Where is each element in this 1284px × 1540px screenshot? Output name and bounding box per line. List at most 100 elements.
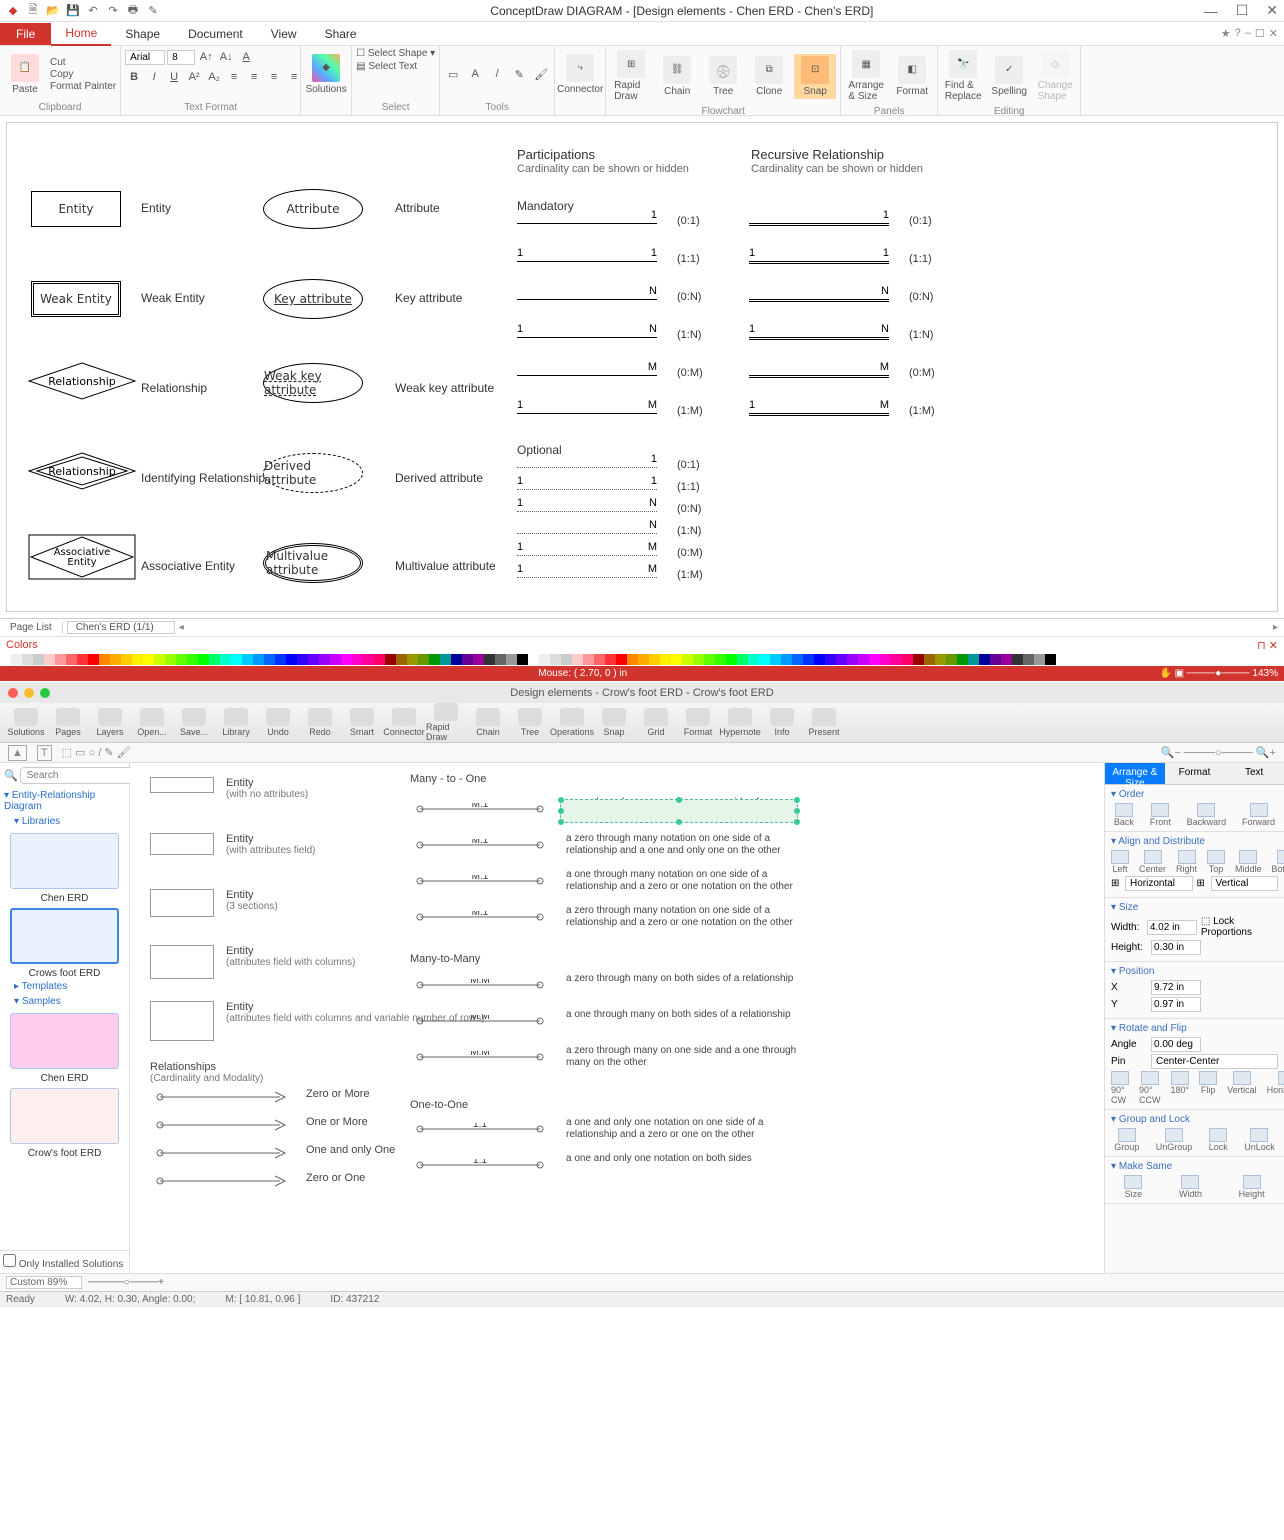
tb-connector[interactable]: Connector bbox=[384, 708, 424, 737]
entity-box[interactable] bbox=[150, 1001, 214, 1041]
tab-arrange[interactable]: Arrange & Size bbox=[1105, 763, 1165, 785]
bold-icon[interactable]: B bbox=[125, 68, 143, 86]
color-swatch[interactable] bbox=[682, 654, 693, 665]
color-swatch[interactable] bbox=[473, 654, 484, 665]
snap-button[interactable]: ⊡Snap bbox=[794, 54, 836, 99]
entity-box[interactable] bbox=[150, 777, 214, 793]
tb-solutions[interactable]: Solutions bbox=[6, 708, 46, 737]
color-swatch[interactable] bbox=[308, 654, 319, 665]
tb-rapiddraw[interactable]: Rapid Draw bbox=[426, 703, 466, 742]
identifying-relationship-shape[interactable]: Relationship bbox=[27, 451, 137, 494]
color-swatch[interactable] bbox=[979, 654, 990, 665]
italic-icon[interactable]: I bbox=[145, 68, 163, 86]
menu-view[interactable]: View bbox=[257, 23, 311, 45]
tb-hypernote[interactable]: Hypernote bbox=[720, 708, 760, 737]
tb-undo[interactable]: Undo bbox=[258, 708, 298, 737]
cardinality-line[interactable]: 1 1 bbox=[749, 261, 889, 264]
weak-entity-shape[interactable]: Weak Entity bbox=[31, 281, 121, 317]
key-attribute-shape[interactable]: Key attribute bbox=[263, 279, 363, 319]
page-prev-icon[interactable]: ◂ bbox=[179, 622, 184, 633]
canvas-area[interactable]: Entity Entity Weak Entity Weak Entity Re… bbox=[6, 122, 1278, 612]
color-swatch[interactable] bbox=[616, 654, 627, 665]
color-swatch[interactable] bbox=[770, 654, 781, 665]
color-swatch[interactable] bbox=[858, 654, 869, 665]
tab-format[interactable]: Format bbox=[1165, 763, 1225, 785]
color-swatch[interactable] bbox=[275, 654, 286, 665]
color-swatch[interactable] bbox=[990, 654, 1001, 665]
tb-tree[interactable]: Tree bbox=[510, 708, 550, 737]
minimize-icon[interactable]: — bbox=[1204, 3, 1218, 19]
text-tool-icon[interactable]: A bbox=[466, 65, 484, 83]
align-c-icon[interactable]: ≡ bbox=[245, 68, 263, 86]
brush-tool-icon[interactable]: 🖌 bbox=[532, 65, 550, 83]
color-swatch[interactable] bbox=[11, 654, 22, 665]
btn-[interactable]: 180° bbox=[1170, 1071, 1189, 1105]
color-swatch[interactable] bbox=[495, 654, 506, 665]
color-swatch[interactable] bbox=[440, 654, 451, 665]
pointer-icon[interactable]: ✎ bbox=[146, 4, 160, 18]
format-painter-button[interactable]: Format Painter bbox=[50, 81, 116, 92]
color-swatch[interactable] bbox=[286, 654, 297, 665]
color-swatch[interactable] bbox=[715, 654, 726, 665]
font-select[interactable]: Arial bbox=[125, 50, 165, 65]
cut-button[interactable]: Cut bbox=[50, 57, 116, 68]
spelling-button[interactable]: ✓Spelling bbox=[988, 54, 1030, 99]
tree-erd[interactable]: ▾ Entity-Relationship Diagram bbox=[0, 788, 129, 814]
color-swatch[interactable] bbox=[385, 654, 396, 665]
btn-ungroup[interactable]: UnGroup bbox=[1156, 1128, 1193, 1152]
color-swatch[interactable] bbox=[693, 654, 704, 665]
font-size-select[interactable]: 8 bbox=[167, 50, 195, 65]
color-swatch[interactable] bbox=[539, 654, 550, 665]
btn-lock[interactable]: Lock bbox=[1209, 1128, 1228, 1152]
color-swatch[interactable] bbox=[913, 654, 924, 665]
color-swatch[interactable] bbox=[847, 654, 858, 665]
font-color-icon[interactable]: A bbox=[237, 48, 255, 66]
tb-chain[interactable]: Chain bbox=[468, 708, 508, 737]
color-swatch[interactable] bbox=[517, 654, 528, 665]
btn-center[interactable]: Center bbox=[1139, 850, 1166, 874]
menu-home[interactable]: Home bbox=[51, 22, 111, 46]
color-swatch[interactable] bbox=[583, 654, 594, 665]
color-swatch[interactable] bbox=[231, 654, 242, 665]
tree-templates[interactable]: ▸ Templates bbox=[0, 979, 129, 994]
color-swatch[interactable] bbox=[902, 654, 913, 665]
relationship-shape[interactable]: Relationship bbox=[27, 361, 137, 404]
align-l-icon[interactable]: ≡ bbox=[225, 68, 243, 86]
entity-box[interactable] bbox=[150, 833, 214, 855]
zoom-slider[interactable]: ────●──── bbox=[1187, 668, 1250, 679]
color-swatch[interactable] bbox=[605, 654, 616, 665]
color-swatch[interactable] bbox=[220, 654, 231, 665]
sub-icon[interactable]: A₂ bbox=[205, 68, 223, 86]
color-swatch[interactable] bbox=[506, 654, 517, 665]
color-swatch[interactable] bbox=[924, 654, 935, 665]
pointer-icon[interactable]: ▲ bbox=[8, 745, 27, 761]
btn-ccw[interactable]: 90° CCW bbox=[1139, 1071, 1160, 1105]
zoom-in-icon[interactable]: + bbox=[158, 1277, 164, 1288]
color-swatch[interactable] bbox=[352, 654, 363, 665]
lock-proportions[interactable]: Lock Proportions bbox=[1201, 916, 1252, 938]
paste-button[interactable]: 📋 Paste bbox=[4, 52, 46, 97]
align-r-icon[interactable]: ≡ bbox=[265, 68, 283, 86]
menu-shape[interactable]: Shape bbox=[111, 23, 174, 45]
btn-front[interactable]: Front bbox=[1150, 803, 1171, 827]
save-icon[interactable]: 💾 bbox=[66, 4, 80, 18]
mac-canvas[interactable]: Entity (with no attributes) Entity (with… bbox=[130, 763, 1104, 1273]
color-swatch[interactable] bbox=[759, 654, 770, 665]
btn-backward[interactable]: Backward bbox=[1187, 803, 1227, 827]
color-swatch[interactable] bbox=[429, 654, 440, 665]
btn-height[interactable]: Height bbox=[1239, 1175, 1265, 1199]
btn-middle[interactable]: Middle bbox=[1235, 850, 1262, 874]
pen-tool-icon[interactable]: ✎ bbox=[510, 65, 528, 83]
tb-redo[interactable]: Redo bbox=[300, 708, 340, 737]
color-swatch[interactable] bbox=[44, 654, 55, 665]
underline-icon[interactable]: U bbox=[165, 68, 183, 86]
color-swatch[interactable] bbox=[341, 654, 352, 665]
color-swatch[interactable] bbox=[396, 654, 407, 665]
tb-operations[interactable]: Operations bbox=[552, 708, 592, 737]
color-swatch[interactable] bbox=[737, 654, 748, 665]
color-swatch[interactable] bbox=[528, 654, 539, 665]
menu-document[interactable]: Document bbox=[174, 23, 257, 45]
color-swatch[interactable] bbox=[297, 654, 308, 665]
new-icon[interactable]: 🗎 bbox=[26, 4, 40, 18]
cardinality-line[interactable]: 1 M bbox=[517, 555, 657, 556]
